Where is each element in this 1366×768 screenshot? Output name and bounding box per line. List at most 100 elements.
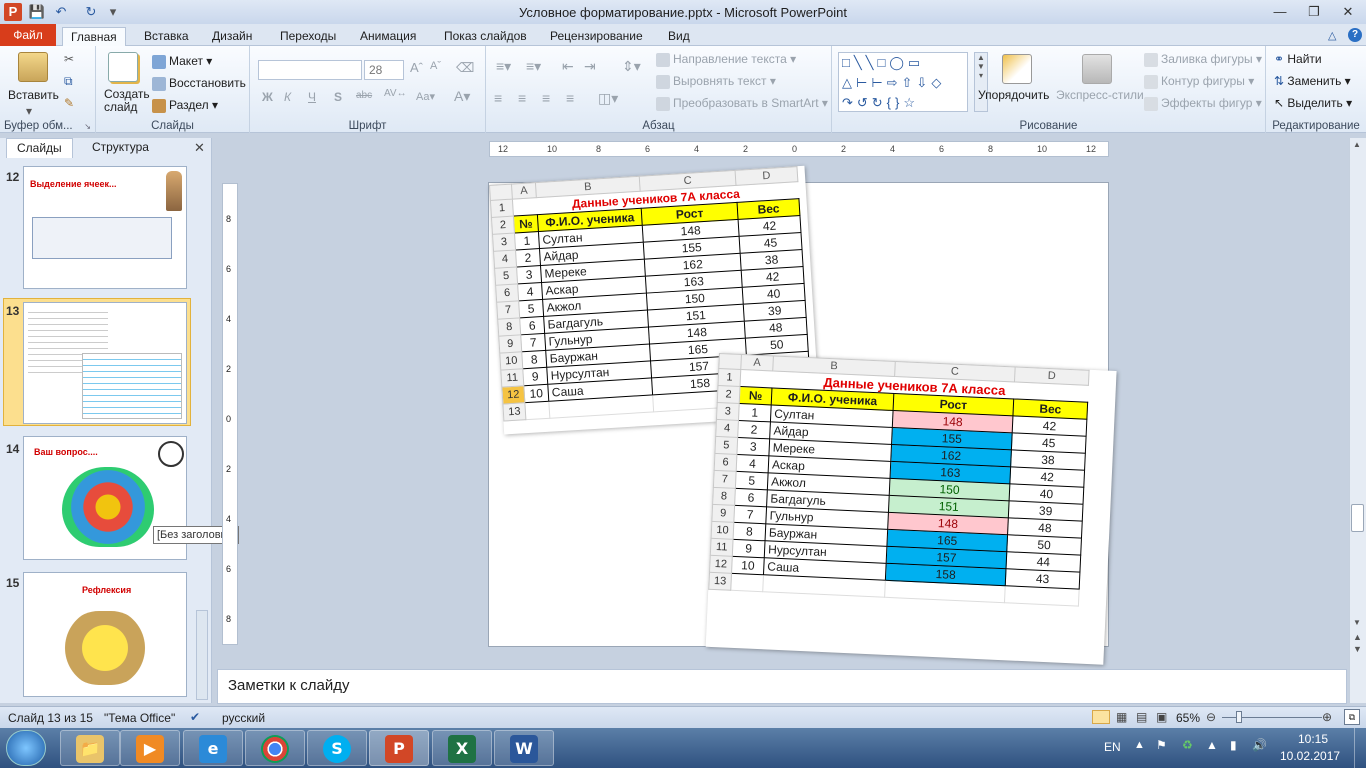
underline-icon[interactable]: Ч	[308, 90, 316, 104]
scroll-thumb[interactable]	[1351, 504, 1364, 532]
shape-fill-button[interactable]: Заливка фигуры ▾	[1144, 52, 1262, 67]
minimize-ribbon-icon[interactable]: △	[1328, 29, 1336, 42]
clock-date[interactable]: 10.02.2017	[1280, 749, 1340, 763]
find-button[interactable]: ⚭ Найти	[1274, 52, 1322, 66]
dialog-launcher-icon[interactable]: ↘	[84, 122, 91, 131]
tab-home[interactable]: Главная	[62, 27, 126, 46]
notes-pane[interactable]: Заметки к слайду	[217, 669, 1347, 704]
scroll-up-icon[interactable]: ▲	[1353, 140, 1361, 149]
help-icon[interactable]: ?	[1348, 28, 1362, 42]
taskbar-media-player[interactable]: ▶	[120, 730, 180, 766]
next-slide-icon[interactable]: ▼	[1353, 644, 1362, 654]
new-slide-button[interactable]: Создать слайд	[104, 88, 150, 114]
tab-slideshow[interactable]: Показ слайдов	[436, 27, 535, 46]
strikethrough-icon[interactable]: abc	[356, 90, 372, 101]
tab-file[interactable]: Файл	[0, 24, 56, 46]
char-spacing-icon[interactable]: AV↔	[384, 88, 407, 99]
fit-to-window-icon[interactable]: ⧉	[1344, 709, 1360, 725]
bullets-icon[interactable]: ≡▾	[496, 58, 511, 75]
slide-thumbnail-12[interactable]: Выделение ячеек...	[23, 166, 187, 289]
layout-button[interactable]: Макет ▾	[152, 54, 212, 69]
text-direction-button[interactable]: Направление текста ▾	[656, 52, 796, 67]
zoom-slider-thumb[interactable]	[1235, 711, 1242, 723]
slideshow-icon[interactable]: ▣	[1156, 710, 1167, 724]
line-spacing-icon[interactable]: ⇕▾	[622, 58, 641, 75]
volume-icon[interactable]: 🔊	[1252, 738, 1267, 752]
zoom-in-icon[interactable]: ⊕	[1322, 710, 1332, 724]
cut-icon[interactable]: ✂	[64, 52, 74, 66]
action-center-icon[interactable]: ⚑	[1156, 738, 1167, 752]
taskbar-skype[interactable]: S	[307, 730, 367, 766]
normal-view-icon[interactable]	[1092, 710, 1110, 724]
tab-slides[interactable]: Слайды	[6, 138, 73, 158]
language-indicator[interactable]: русский	[222, 711, 265, 725]
reading-view-icon[interactable]: ▤	[1136, 710, 1147, 724]
tab-animation[interactable]: Анимация	[352, 27, 424, 46]
copy-icon[interactable]: ⧉	[64, 74, 73, 89]
slide-sorter-icon[interactable]: ▦	[1116, 710, 1127, 724]
replace-button[interactable]: ⇅ Заменить ▾	[1274, 74, 1351, 88]
clear-format-icon[interactable]: ⌫	[456, 60, 474, 76]
smartart-button[interactable]: Преобразовать в SmartArt ▾	[656, 96, 828, 111]
reset-button[interactable]: Восстановить	[152, 76, 246, 91]
show-desktop-button[interactable]	[1354, 728, 1366, 768]
clock-time[interactable]: 10:15	[1298, 732, 1328, 746]
font-color-icon[interactable]: A▾	[454, 88, 470, 105]
select-button[interactable]: ↖ Выделить ▾	[1274, 96, 1352, 110]
align-text-button[interactable]: Выровнять текст ▾	[656, 74, 776, 89]
maximize-button[interactable]: ❐	[1300, 2, 1328, 22]
taskbar-excel[interactable]: X	[432, 730, 492, 766]
align-center-icon[interactable]: ≡	[518, 90, 526, 106]
columns-icon[interactable]: ◫▾	[598, 90, 618, 107]
battery-icon[interactable]: ▮	[1230, 738, 1237, 752]
tab-design[interactable]: Дизайн	[204, 27, 260, 46]
font-name-input[interactable]	[258, 60, 362, 80]
taskbar-powerpoint[interactable]: P	[369, 730, 429, 766]
shrink-font-icon[interactable]: Aˇ	[430, 60, 441, 72]
previous-slide-icon[interactable]: ▲	[1353, 632, 1362, 642]
taskbar-internet-explorer[interactable]: e	[183, 730, 243, 766]
keyboard-language[interactable]: EN	[1104, 740, 1121, 754]
change-case-icon[interactable]: Aa▾	[416, 90, 435, 103]
main-vertical-scrollbar[interactable]: ▲ ▼ ▲ ▼	[1349, 138, 1366, 703]
slide-thumbnail-13[interactable]	[23, 302, 187, 424]
arrange-button[interactable]: Упорядочить	[978, 88, 1049, 102]
tab-outline[interactable]: Структура	[82, 138, 159, 158]
tray-expand-icon[interactable]: ▲	[1134, 739, 1145, 751]
taskbar-chrome[interactable]	[245, 730, 305, 766]
tab-view[interactable]: Вид	[660, 27, 698, 46]
taskbar-explorer[interactable]: 📁	[60, 730, 120, 766]
slide-thumbnail-15[interactable]: Рефлексия	[23, 572, 187, 697]
font-size-input[interactable]: 28	[364, 60, 404, 80]
network-status-icon[interactable]: ♻	[1182, 738, 1193, 752]
start-button[interactable]	[6, 730, 46, 766]
align-right-icon[interactable]: ≡	[542, 90, 550, 106]
close-button[interactable]: ✕	[1334, 2, 1362, 22]
theme-name[interactable]: "Тема Office"	[104, 711, 175, 725]
taskbar-word[interactable]: W	[494, 730, 554, 766]
tab-transitions[interactable]: Переходы	[272, 27, 344, 46]
zoom-level[interactable]: 65%	[1176, 711, 1200, 725]
scroll-down-icon[interactable]: ▼	[1353, 618, 1361, 627]
shape-outline-button[interactable]: Контур фигуры ▾	[1144, 74, 1254, 89]
increase-indent-icon[interactable]: ⇥	[584, 58, 596, 75]
zoom-out-icon[interactable]: ⊖	[1206, 710, 1216, 724]
tab-review[interactable]: Рецензирование	[542, 27, 651, 46]
section-button[interactable]: Раздел ▾	[152, 98, 218, 113]
align-left-icon[interactable]: ≡	[494, 90, 502, 106]
signal-icon[interactable]: ▲	[1206, 738, 1218, 752]
shadow-icon[interactable]: S	[334, 90, 342, 104]
slide-canvas[interactable]: ABCD 1 Данные учеников 7А класса 2 № Ф.И.О.…	[488, 165, 1117, 665]
shapes-gallery[interactable]: □╲╲□◯▭ △⊢⊢⇨⇧⇩◇ ↷↺↻{}☆	[838, 52, 968, 112]
format-painter-icon[interactable]: ✎	[64, 96, 74, 110]
slides-pane-scrollbar[interactable]	[196, 610, 208, 700]
close-pane-icon[interactable]: ✕	[194, 140, 205, 156]
paste-button[interactable]: Вставить	[8, 88, 59, 102]
minimize-button[interactable]: —	[1266, 2, 1294, 22]
spellcheck-icon[interactable]: ✔	[190, 710, 200, 724]
bold-icon[interactable]: Ж	[262, 90, 273, 104]
shapes-gallery-scroll[interactable]: ▲ ▼ ▾	[974, 52, 988, 112]
tab-insert[interactable]: Вставка	[136, 27, 197, 46]
italic-icon[interactable]: К	[284, 90, 291, 104]
justify-icon[interactable]: ≡	[566, 90, 574, 106]
